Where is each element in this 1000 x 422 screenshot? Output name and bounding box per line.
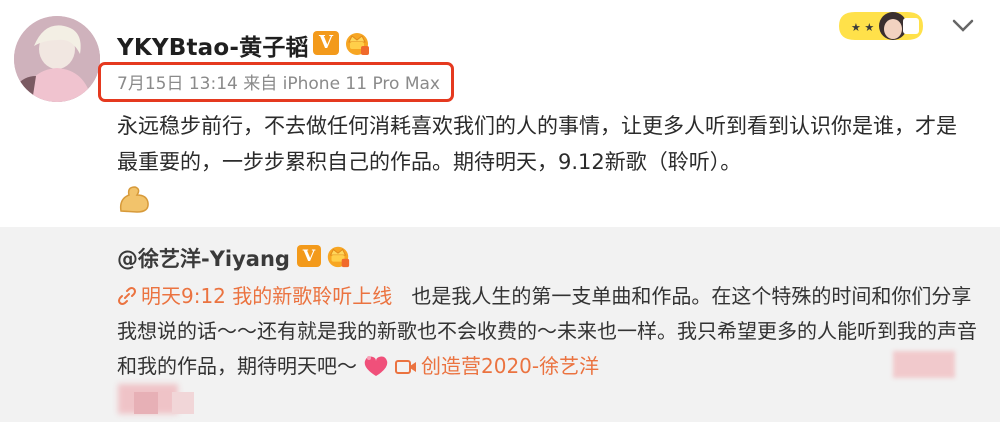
repost-username[interactable]: @徐艺洋-Yiyang — [117, 243, 290, 273]
fan-sticker-icon[interactable]: ★ ★ — [833, 6, 929, 46]
chevron-down-icon[interactable] — [951, 17, 975, 33]
blurred-text — [172, 392, 194, 414]
blurred-text — [893, 351, 955, 378]
weibo-post: YKYBtao-黄子韬 V 7月15日 13:14 来自 iPhone 11 P… — [0, 0, 1000, 422]
video-icon — [395, 360, 416, 374]
heart-emoji-icon — [364, 356, 388, 376]
vip-crown-icon — [346, 33, 369, 55]
post-text: 永远稳步前行，不去做任何消耗喜欢我们的人的事情，让更多人听到看到认识你是谁，才是… — [117, 114, 957, 174]
verified-v-icon: V — [297, 245, 321, 267]
highlight-annotation — [98, 62, 454, 102]
muscle-icon — [119, 186, 149, 213]
avatar-image — [14, 16, 100, 102]
song-link[interactable]: 明天9:12 我的新歌聆听上线 — [117, 284, 392, 308]
blurred-text — [134, 392, 158, 414]
verified-v-icon: V — [313, 31, 339, 55]
song-link-text: 明天9:12 我的新歌聆听上线 — [141, 284, 393, 308]
post-username[interactable]: YKYBtao-黄子韬 — [117, 28, 309, 62]
svg-text:★ ★: ★ ★ — [851, 21, 874, 34]
video-link[interactable]: 创造营2020-徐艺洋 — [395, 354, 599, 378]
avatar[interactable] — [14, 16, 100, 102]
vip-crown-icon — [327, 246, 350, 268]
repost-text: 明天9:12 我的新歌聆听上线 也是我人生的第一支单曲和作品。在这个特殊的时间和… — [117, 279, 977, 384]
video-link-text: 创造营2020-徐艺洋 — [421, 354, 600, 378]
link-icon — [118, 287, 136, 305]
